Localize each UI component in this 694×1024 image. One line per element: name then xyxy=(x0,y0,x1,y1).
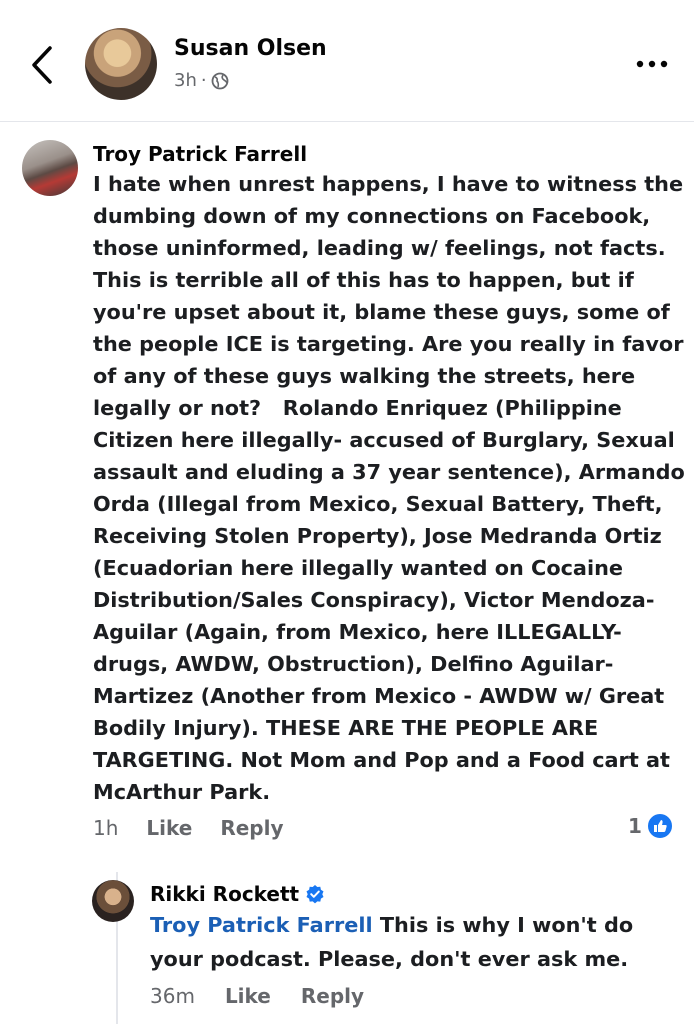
comment-actions: 1h Like Reply xyxy=(93,816,284,840)
author-avatar[interactable] xyxy=(85,28,157,100)
reply-time[interactable]: 36m xyxy=(150,984,195,1008)
reply-mention-link[interactable]: Troy Patrick Farrell xyxy=(150,913,373,937)
author-name[interactable]: Susan Olsen xyxy=(174,36,327,61)
comment-text: I hate when unrest happens, I have to wi… xyxy=(93,172,693,804)
reaction-summary[interactable]: 1 xyxy=(628,812,674,840)
reaction-count: 1 xyxy=(628,814,642,838)
reply-reply-button[interactable]: Reply xyxy=(301,984,364,1008)
comment-author[interactable]: Troy Patrick Farrell xyxy=(93,142,307,166)
reply-author-row: Rikki Rockett xyxy=(150,882,325,906)
like-reaction-icon xyxy=(645,812,674,840)
commenter-avatar[interactable] xyxy=(22,140,78,196)
verified-badge-icon xyxy=(306,885,324,904)
reply-avatar[interactable] xyxy=(92,880,134,922)
reply-actions: 36m Like Reply xyxy=(150,984,364,1008)
post-time[interactable]: 3h xyxy=(174,70,197,91)
like-button[interactable]: Like xyxy=(146,816,192,840)
more-options-button[interactable] xyxy=(634,52,670,76)
reply-button[interactable]: Reply xyxy=(220,816,283,840)
post-meta: 3h · xyxy=(174,70,229,91)
meta-separator: · xyxy=(200,70,207,91)
post-header: Susan Olsen 3h · xyxy=(0,0,694,122)
reply-author[interactable]: Rikki Rockett xyxy=(150,882,299,906)
comment-time[interactable]: 1h xyxy=(93,816,118,840)
reply-text-block: Troy Patrick Farrell This is why I won't… xyxy=(150,908,670,976)
back-button[interactable] xyxy=(26,42,60,88)
chevron-left-icon xyxy=(32,46,52,84)
reply-like-button[interactable]: Like xyxy=(225,984,271,1008)
more-dots-icon xyxy=(636,60,668,68)
globe-icon xyxy=(211,72,229,89)
